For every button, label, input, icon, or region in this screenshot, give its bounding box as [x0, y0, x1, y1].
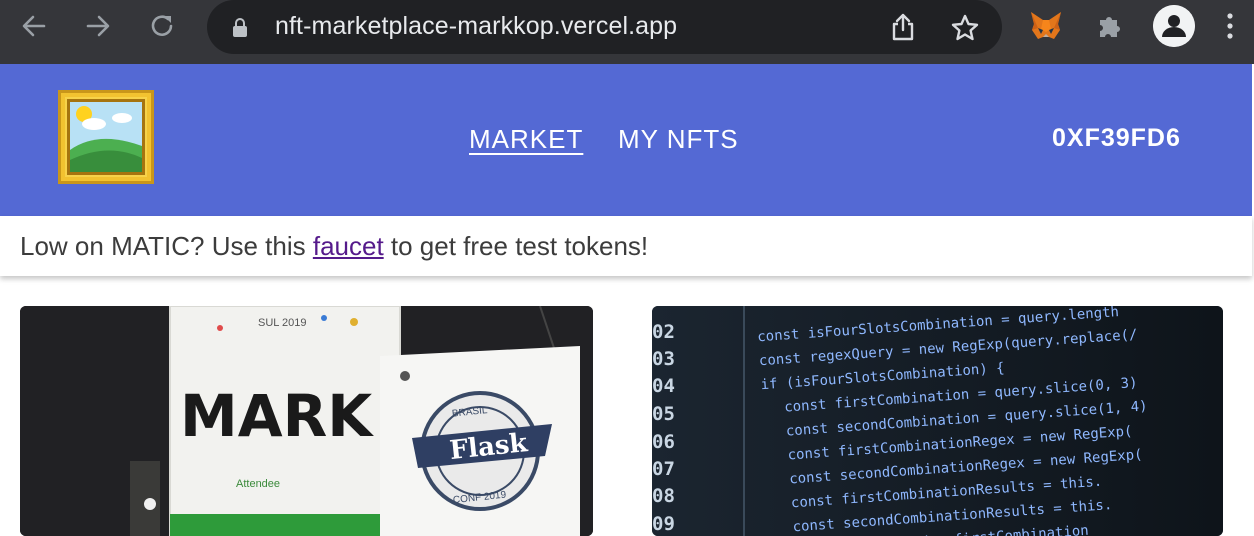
nft-card[interactable]: 02 03 04 05 06 07 08 09 const isFourSlot…: [652, 306, 1223, 536]
kebab-menu-icon[interactable]: [1226, 12, 1234, 45]
banner-text-after: to get free test tokens!: [383, 231, 649, 261]
back-arrow-icon[interactable]: [19, 10, 49, 42]
framed-picture-icon[interactable]: [58, 90, 154, 184]
app-header: MARKET MY NFTS 0XF39FD6: [0, 64, 1252, 216]
reload-icon[interactable]: [147, 10, 177, 42]
line-number: 03: [652, 348, 675, 370]
forward-arrow-icon[interactable]: [83, 10, 113, 42]
share-icon[interactable]: [890, 12, 916, 47]
metamask-fox-icon[interactable]: [1028, 8, 1064, 44]
line-number: 06: [652, 431, 675, 453]
puzzle-extension-icon[interactable]: [1092, 8, 1128, 44]
nft-card[interactable]: SUL 2019 MARK Attendee Flask BRASIL CONF…: [20, 306, 593, 536]
url-text[interactable]: nft-marketplace-markkop.vercel.app: [275, 12, 677, 41]
account-address[interactable]: 0XF39FD6: [1052, 124, 1181, 153]
line-number: 08: [652, 485, 675, 507]
star-icon[interactable]: [950, 13, 980, 48]
faucet-banner: Low on MATIC? Use this faucet to get fre…: [0, 216, 1252, 276]
line-number: 04: [652, 375, 675, 397]
badge-name-text: MARK: [180, 382, 374, 450]
line-number: 07: [652, 458, 675, 480]
faucet-link[interactable]: faucet: [313, 231, 384, 261]
nav-market-link[interactable]: MARKET: [469, 124, 583, 155]
line-number: 02: [652, 321, 675, 343]
address-bar[interactable]: nft-marketplace-markkop.vercel.app: [207, 0, 1002, 54]
profile-icon[interactable]: [1153, 5, 1195, 47]
browser-toolbar: nft-marketplace-markkop.vercel.app: [0, 0, 1254, 64]
nft-image-code: 02 03 04 05 06 07 08 09 const isFourSlot…: [652, 306, 1223, 536]
nft-image-badges: SUL 2019 MARK Attendee Flask BRASIL CONF…: [20, 306, 593, 536]
nav-my-nfts-link[interactable]: MY NFTS: [618, 124, 739, 155]
badge-role-text: Attendee: [236, 478, 280, 490]
badge-event-text: SUL 2019: [258, 317, 307, 329]
line-number: 09: [652, 513, 675, 535]
line-number: 05: [652, 403, 675, 425]
banner-text-before: Low on MATIC? Use this: [20, 231, 313, 261]
lock-icon[interactable]: [232, 18, 248, 43]
banner-text: Low on MATIC? Use this faucet to get fre…: [20, 231, 648, 262]
